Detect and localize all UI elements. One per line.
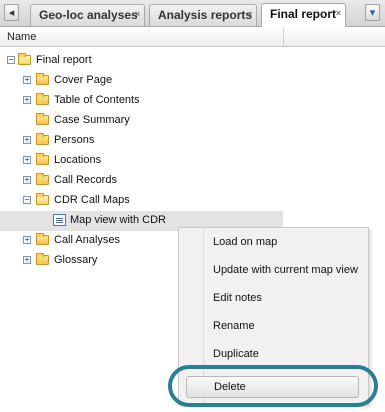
context-menu: Load on map Update with current map view… (178, 227, 369, 405)
close-icon[interactable]: × (246, 10, 253, 19)
expand-toggle-icon[interactable]: + (23, 236, 31, 244)
tree-node-label: Cover Page (54, 74, 113, 86)
folder-icon (36, 133, 49, 145)
expand-toggle-icon[interactable]: + (23, 156, 31, 164)
tree-node-label: Persons (54, 134, 95, 146)
tree-node-root[interactable]: − Final report (0, 51, 385, 71)
tab-analysis-reports[interactable]: Analysis reports × (149, 4, 257, 26)
column-name-header[interactable]: Name (7, 31, 36, 43)
map-view-icon (53, 214, 66, 226)
tree-node-label: Final report (36, 54, 92, 66)
column-header: Name (0, 28, 385, 47)
folder-open-icon (18, 53, 31, 65)
tree-node-locations[interactable]: + Locations (0, 151, 385, 171)
tree-node-label: Case Summary (54, 114, 130, 126)
menu-item-delete[interactable]: Delete (186, 376, 359, 398)
tab-scroll-left-button[interactable]: ◂ (4, 4, 19, 21)
folder-icon (36, 253, 49, 265)
tab-list-dropdown-button[interactable]: ▾ (365, 4, 380, 21)
tab-geo-loc-analyses[interactable]: Geo-loc analyses × (30, 4, 145, 26)
menu-item-edit-notes[interactable]: Edit notes (213, 292, 262, 304)
folder-icon (36, 233, 49, 245)
menu-item-duplicate[interactable]: Duplicate (213, 348, 259, 360)
tab-label: Analysis reports (158, 8, 253, 22)
chevron-down-icon: ▾ (369, 7, 376, 19)
tree-node-label: Map view with CDR (70, 214, 166, 226)
tree-node-glossary[interactable]: + Glossary (0, 251, 178, 271)
folder-open-icon (36, 193, 49, 205)
close-icon[interactable]: × (335, 9, 342, 18)
collapse-toggle-icon[interactable]: − (7, 56, 15, 64)
menu-item-rename[interactable]: Rename (213, 320, 255, 332)
folder-icon (36, 113, 49, 125)
tree-node-case-summary[interactable]: Case Summary (0, 111, 385, 131)
expand-toggle-icon[interactable]: + (23, 136, 31, 144)
tree-node-label: CDR Call Maps (54, 194, 130, 206)
tab-final-report[interactable]: Final report × (261, 3, 346, 27)
tab-label: Final report (270, 7, 337, 21)
expand-toggle-icon[interactable]: + (23, 256, 31, 264)
tree-node-label: Locations (54, 154, 102, 166)
folder-icon (36, 153, 49, 165)
tree-node-label: Call Records (54, 174, 117, 186)
menu-item-update-with-current-map-view[interactable]: Update with current map view (213, 264, 358, 276)
folder-icon (36, 93, 49, 105)
tree-node-cover-page[interactable]: + Cover Page (0, 71, 385, 91)
tab-bar: ◂ Geo-loc analyses × Analysis reports × … (0, 0, 385, 27)
arrow-left-icon: ◂ (8, 7, 15, 19)
collapse-toggle-icon[interactable]: − (23, 196, 31, 204)
close-icon[interactable]: × (134, 10, 141, 19)
tree-node-label: Table of Contents (54, 94, 140, 106)
folder-icon (36, 173, 49, 185)
expand-toggle-icon[interactable]: + (23, 96, 31, 104)
menu-item-load-on-map[interactable]: Load on map (213, 236, 277, 248)
tree-node-call-records[interactable]: + Call Records (0, 171, 385, 191)
tree-node-persons[interactable]: + Persons (0, 131, 385, 151)
expand-toggle-icon[interactable]: + (23, 176, 31, 184)
tree-node-label: Call Analyses (54, 234, 121, 246)
folder-icon (36, 73, 49, 85)
tree-node-table-of-contents[interactable]: + Table of Contents (0, 91, 385, 111)
column-resize-handle[interactable] (283, 28, 284, 46)
tree-node-call-analyses[interactable]: + Call Analyses (0, 231, 178, 251)
tab-label: Geo-loc analyses (39, 8, 138, 22)
tree-node-cdr-call-maps[interactable]: − CDR Call Maps (0, 191, 385, 211)
expand-toggle-icon[interactable]: + (23, 76, 31, 84)
tree-node-label: Glossary (54, 254, 98, 266)
